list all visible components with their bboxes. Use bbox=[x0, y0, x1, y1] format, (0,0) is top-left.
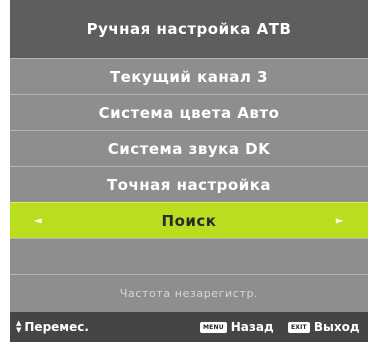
menu-item-fine-tune[interactable]: Точная настройка bbox=[10, 166, 368, 202]
menu-item-label: Система звука DK bbox=[107, 139, 271, 158]
footer-move-label: Перемес. bbox=[24, 320, 89, 334]
arrow-left-icon[interactable]: ◄ bbox=[34, 215, 42, 226]
footer-move-hint: ▲ ▼ Перемес. bbox=[16, 319, 89, 335]
menu-item-label: Поиск bbox=[161, 211, 217, 230]
arrow-right-icon[interactable]: ► bbox=[336, 215, 344, 226]
menu-item-label: Точная настройка bbox=[106, 175, 272, 194]
footer-back-hint[interactable]: MENU Назад bbox=[200, 320, 274, 334]
exit-key-icon: EXIT bbox=[288, 321, 310, 333]
menu-title: Ручная настройка АТВ bbox=[10, 0, 368, 58]
menu-empty-row bbox=[10, 238, 368, 274]
up-down-icon: ▲ ▼ bbox=[16, 319, 22, 334]
osd-panel: Ручная настройка АТВ Текущий канал 3 Сис… bbox=[10, 0, 368, 342]
footer-exit-hint[interactable]: EXIT Выход bbox=[288, 320, 360, 334]
menu-item-label: Текущий канал 3 bbox=[109, 67, 269, 86]
menu-item-sound-system[interactable]: Система звука DK bbox=[10, 130, 368, 166]
footer-bar: ▲ ▼ Перемес. MENU Назад EXIT Выход bbox=[10, 312, 368, 342]
menu-item-color-system[interactable]: Система цвета Авто bbox=[10, 94, 368, 130]
menu-item-search[interactable]: ◄ Поиск ► bbox=[10, 202, 368, 238]
footer-exit-label: Выход bbox=[313, 320, 360, 334]
status-hint: Частота незарегистр. bbox=[10, 274, 368, 312]
footer-back-label: Назад bbox=[230, 320, 274, 334]
menu-item-label: Система цвета Авто bbox=[98, 103, 280, 122]
menu-item-current-channel[interactable]: Текущий канал 3 bbox=[10, 58, 368, 94]
menu-key-icon: MENU bbox=[200, 321, 227, 333]
